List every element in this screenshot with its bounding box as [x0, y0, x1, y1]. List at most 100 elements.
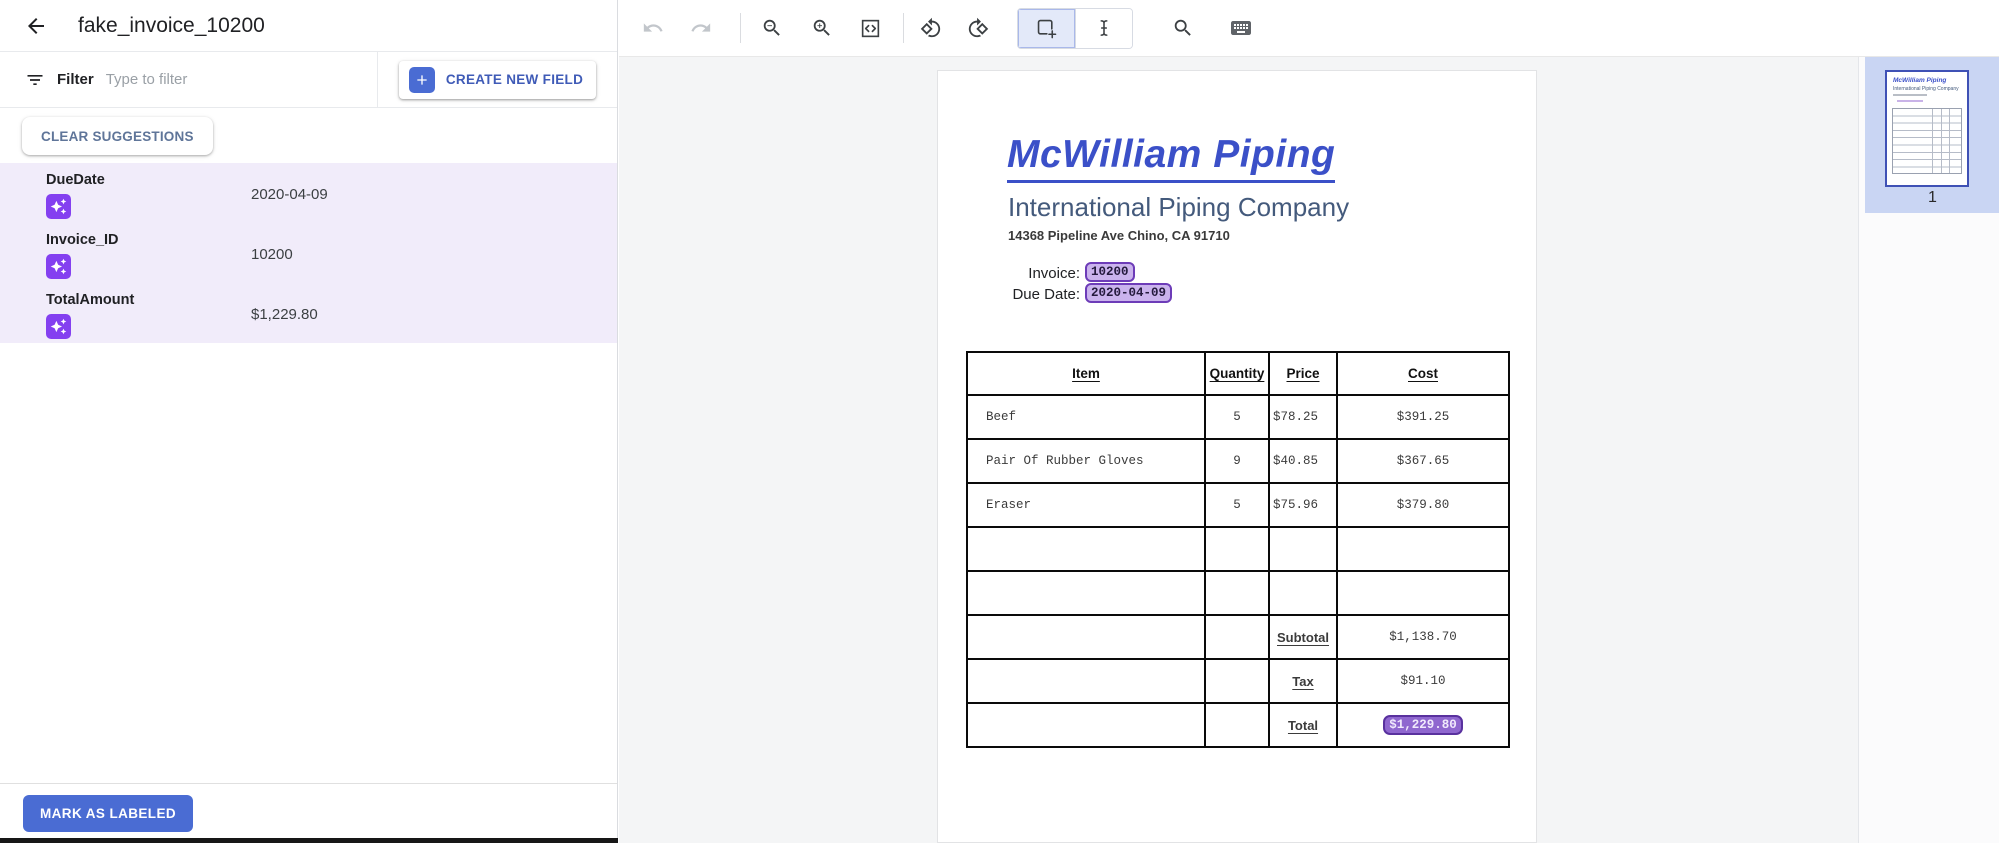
field-name: TotalAmount — [46, 292, 134, 308]
filter-row: Filter CREATE NEW FIELD — [0, 52, 617, 108]
viewer-toolbar — [619, 0, 1999, 57]
arrow-back-icon — [24, 14, 48, 38]
table-row: Beef 5 $78.25 $391.25 — [967, 395, 1509, 439]
undo-icon — [642, 17, 664, 39]
price-cell: $40.85 — [1269, 439, 1337, 483]
table-row-empty — [967, 527, 1509, 571]
total-amount-annotation[interactable]: $1,229.80 — [1383, 715, 1463, 735]
company-title: McWilliam Piping — [1007, 133, 1335, 183]
rotate-left-icon — [920, 17, 942, 39]
field-name: DueDate — [46, 172, 105, 188]
invoice-page: McWilliam Piping International Piping Co… — [937, 70, 1537, 843]
search-icon — [1172, 17, 1194, 39]
page-title: fake_invoice_10200 — [78, 14, 265, 38]
bounding-box-tool-button[interactable] — [1018, 9, 1075, 48]
item-cell: Pair Of Rubber Gloves — [967, 439, 1205, 483]
undo-button[interactable] — [641, 16, 665, 40]
table-row: Pair Of Rubber Gloves 9 $40.85 $367.65 — [967, 439, 1509, 483]
filter-control: Filter — [0, 52, 378, 107]
field-name: Invoice_ID — [46, 232, 119, 248]
rotate-right-button[interactable] — [966, 16, 990, 40]
field-value: 10200 — [251, 246, 293, 263]
redo-button[interactable] — [689, 16, 713, 40]
column-header: Item — [967, 352, 1205, 395]
rotate-left-button[interactable] — [919, 16, 943, 40]
filter-input[interactable] — [106, 71, 377, 88]
thumb-company-subtitle: International Piping Company — [1893, 86, 1959, 92]
auto-awesome-icon — [46, 194, 71, 219]
tax-value: $91.10 — [1337, 659, 1509, 703]
thumb-text-line — [1893, 94, 1927, 96]
zoom-in-icon — [811, 17, 833, 39]
quantity-cell: 9 — [1205, 439, 1269, 483]
cost-cell: $379.80 — [1337, 483, 1509, 527]
mark-as-labeled-button[interactable]: MARK AS LABELED — [23, 795, 193, 832]
thumb-mini-table — [1892, 108, 1962, 174]
price-cell: $75.96 — [1269, 483, 1337, 527]
total-row: Total $1,229.80 — [967, 703, 1509, 747]
total-cell: $1,229.80 — [1337, 703, 1509, 747]
total-label: Total — [1269, 703, 1337, 747]
thumb-text-line — [1897, 100, 1923, 102]
column-header: Cost — [1337, 352, 1509, 395]
document-labeling-app: fake_invoice_10200 Filter CREATE NEW FIE… — [0, 0, 1999, 843]
item-cell: Eraser — [967, 483, 1205, 527]
tax-row: Tax $91.10 — [967, 659, 1509, 703]
column-header: Quantity — [1205, 352, 1269, 395]
table-row-empty — [967, 571, 1509, 615]
zoom-out-icon — [761, 17, 783, 39]
plus-icon — [409, 67, 435, 93]
create-new-field-label: CREATE NEW FIELD — [446, 72, 583, 87]
table-row: Eraser 5 $75.96 $379.80 — [967, 483, 1509, 527]
company-address: 14368 Pipeline Ave Chino, CA 91710 — [1008, 228, 1230, 243]
text-select-tool-icon — [1093, 17, 1115, 39]
text-select-tool-button[interactable] — [1075, 9, 1132, 48]
create-new-field-button[interactable]: CREATE NEW FIELD — [399, 61, 596, 99]
due-date-label: Due Date: — [938, 286, 1080, 303]
window-bottom-edge — [0, 838, 618, 843]
fit-width-button[interactable] — [858, 16, 882, 40]
keyboard-shortcuts-button[interactable] — [1229, 16, 1253, 40]
thumb-company-title: McWilliam Piping — [1893, 77, 1946, 84]
page-thumbnail-strip: McWilliam Piping International Piping Co… — [1858, 57, 1999, 843]
rotate-right-icon — [967, 17, 989, 39]
page-thumbnail[interactable]: McWilliam Piping International Piping Co… — [1885, 70, 1969, 187]
field-row-duedate[interactable]: DueDate 2020-04-09 — [0, 163, 617, 223]
panel-footer: MARK AS LABELED — [0, 783, 617, 838]
toolbar-separator — [903, 13, 904, 43]
invoice-number-annotation[interactable]: 10200 — [1085, 262, 1135, 282]
page-number-label: 1 — [1865, 189, 1999, 207]
table-header-row: Item Quantity Price Cost — [967, 352, 1509, 395]
zoom-in-button[interactable] — [810, 16, 834, 40]
field-row-invoice-id[interactable]: Invoice_ID 10200 — [0, 223, 617, 283]
cost-cell: $391.25 — [1337, 395, 1509, 439]
page-thumbnail-selected[interactable]: McWilliam Piping International Piping Co… — [1865, 57, 1999, 213]
field-value: 2020-04-09 — [251, 186, 328, 203]
keyboard-shortcuts-icon — [1229, 16, 1253, 40]
zoom-out-button[interactable] — [760, 16, 784, 40]
field-row-totalamount[interactable]: TotalAmount $1,229.80 — [0, 283, 617, 343]
invoice-number-label: Invoice: — [938, 265, 1080, 282]
subtotal-row: Subtotal $1,138.70 — [967, 615, 1509, 659]
redo-icon — [690, 17, 712, 39]
auto-awesome-icon — [46, 314, 71, 339]
auto-awesome-icon — [46, 254, 71, 279]
item-cell: Beef — [967, 395, 1205, 439]
annotation-tool-group — [1017, 8, 1133, 49]
cost-cell: $367.65 — [1337, 439, 1509, 483]
create-field-area: CREATE NEW FIELD — [378, 52, 617, 107]
tax-label: Tax — [1269, 659, 1337, 703]
due-date-annotation[interactable]: 2020-04-09 — [1085, 283, 1172, 303]
toolbar-separator — [740, 13, 741, 43]
clear-suggestions-button[interactable]: CLEAR SUGGESTIONS — [22, 117, 213, 155]
company-subtitle: International Piping Company — [1008, 192, 1349, 223]
column-header: Price — [1269, 352, 1337, 395]
quantity-cell: 5 — [1205, 395, 1269, 439]
search-button[interactable] — [1171, 16, 1195, 40]
subtotal-label: Subtotal — [1269, 615, 1337, 659]
back-button[interactable] — [24, 13, 50, 39]
suggested-fields-list: DueDate 2020-04-09 Invoice_ID 10200 Tota… — [0, 163, 617, 343]
fit-width-icon — [859, 17, 882, 40]
document-canvas: McWilliam Piping International Piping Co… — [619, 57, 1858, 843]
field-value: $1,229.80 — [251, 306, 318, 323]
